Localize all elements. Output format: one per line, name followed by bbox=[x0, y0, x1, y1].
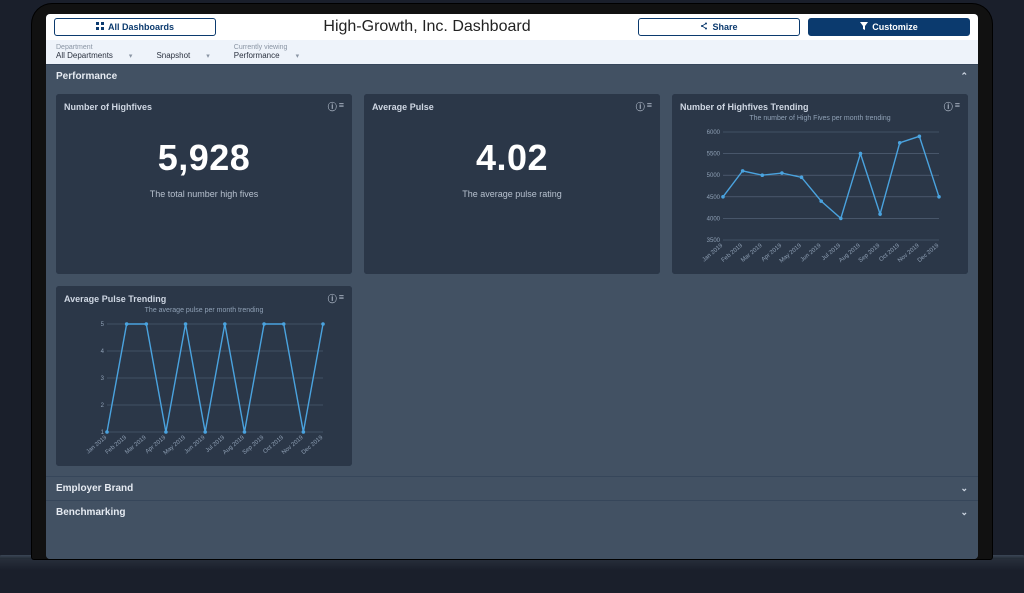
chart-subtitle: The number of High Fives per month trend… bbox=[680, 115, 960, 122]
card-avg-pulse-trending: Average Pulse Trending ⓘ ≡ The average p… bbox=[56, 286, 352, 466]
card-title: Average Pulse Trending bbox=[64, 294, 166, 304]
menu-icon[interactable]: ≡ bbox=[339, 292, 344, 305]
all-dashboards-button[interactable]: All Dashboards bbox=[54, 18, 216, 36]
chevron-down-icon: ⌄ bbox=[960, 507, 968, 518]
section-performance: Performance ⌃ Number of Highfives ⓘ ≡ bbox=[46, 64, 978, 476]
avg-pulse-trend-chart: 12345Jan 2019Feb 2019Mar 2019Apr 2019May… bbox=[79, 318, 329, 458]
svg-text:May 2019: May 2019 bbox=[163, 435, 188, 457]
highfives-value: 5,928 bbox=[64, 137, 344, 179]
content-area: Performance ⌃ Number of Highfives ⓘ ≡ bbox=[46, 64, 978, 559]
chevron-down-icon: ⌄ bbox=[960, 483, 968, 494]
chevron-down-icon: ▾ bbox=[129, 52, 133, 60]
info-icon[interactable]: ⓘ bbox=[328, 292, 337, 305]
filter-icon bbox=[860, 22, 868, 32]
section-performance-header[interactable]: Performance ⌃ bbox=[46, 64, 978, 88]
section-benchmarking: Benchmarking ⌄ bbox=[46, 500, 978, 524]
viewing-label: Currently viewing bbox=[234, 44, 299, 51]
info-icon[interactable]: ⓘ bbox=[328, 100, 337, 113]
section-performance-title: Performance bbox=[56, 71, 117, 82]
section-employer-brand-header[interactable]: Employer Brand ⌄ bbox=[46, 476, 978, 500]
grid-icon bbox=[96, 22, 104, 32]
top-bar: All Dashboards High-Growth, Inc. Dashboa… bbox=[46, 14, 978, 40]
chevron-down-icon: ▾ bbox=[296, 52, 300, 60]
all-dashboards-label: All Dashboards bbox=[108, 22, 174, 32]
svg-text:Jun 2019: Jun 2019 bbox=[184, 435, 207, 456]
share-label: Share bbox=[712, 22, 737, 32]
share-icon bbox=[700, 22, 708, 32]
avg-pulse-desc: The average pulse rating bbox=[372, 189, 652, 199]
svg-text:3: 3 bbox=[101, 376, 105, 382]
customize-button[interactable]: Customize bbox=[808, 18, 970, 36]
card-highfives-trending: Number of Highfives Trending ⓘ ≡ The num… bbox=[672, 94, 968, 274]
section-employer-brand-title: Employer Brand bbox=[56, 483, 133, 494]
svg-text:Mar 2019: Mar 2019 bbox=[740, 243, 764, 264]
section-benchmarking-header[interactable]: Benchmarking ⌄ bbox=[46, 500, 978, 524]
highfives-trend-chart: 350040004500500055006000Jan 2019Feb 2019… bbox=[695, 126, 945, 266]
chevron-down-icon: ▾ bbox=[206, 52, 210, 60]
page-title: High-Growth, Inc. Dashboard bbox=[224, 18, 630, 36]
chevron-up-icon: ⌃ bbox=[960, 71, 968, 82]
card-average-pulse: Average Pulse ⓘ ≡ 4.02 The average pulse… bbox=[364, 94, 660, 274]
card-title: Average Pulse bbox=[372, 102, 434, 112]
department-label: Department bbox=[56, 44, 132, 51]
viewing-filter[interactable]: Currently viewing Performance ▾ bbox=[234, 44, 299, 60]
snapshot-top-label bbox=[156, 44, 209, 51]
highfives-desc: The total number high fives bbox=[64, 189, 344, 199]
menu-icon[interactable]: ≡ bbox=[955, 100, 960, 113]
svg-text:Dec 2019: Dec 2019 bbox=[301, 435, 325, 457]
viewing-value: Performance bbox=[234, 51, 280, 60]
svg-text:Sep 2019: Sep 2019 bbox=[242, 435, 266, 457]
menu-icon[interactable]: ≡ bbox=[339, 100, 344, 113]
card-title: Number of Highfives bbox=[64, 102, 152, 112]
svg-text:3500: 3500 bbox=[707, 238, 721, 244]
svg-text:May 2019: May 2019 bbox=[779, 243, 804, 265]
svg-text:2: 2 bbox=[101, 403, 105, 409]
avg-pulse-value: 4.02 bbox=[372, 137, 652, 179]
department-filter[interactable]: Department All Departments ▾ bbox=[56, 44, 132, 60]
filter-bar: Department All Departments ▾ Snapshot ▾ … bbox=[46, 40, 978, 64]
svg-text:4000: 4000 bbox=[707, 216, 721, 222]
card-title: Number of Highfives Trending bbox=[680, 102, 809, 112]
svg-text:Dec 2019: Dec 2019 bbox=[917, 243, 941, 265]
chart-subtitle: The average pulse per month trending bbox=[64, 307, 344, 314]
menu-icon[interactable]: ≡ bbox=[647, 100, 652, 113]
svg-text:Mar 2019: Mar 2019 bbox=[124, 435, 148, 456]
svg-text:Sep 2019: Sep 2019 bbox=[858, 243, 882, 265]
customize-label: Customize bbox=[872, 22, 918, 32]
svg-text:Jun 2019: Jun 2019 bbox=[800, 243, 823, 264]
svg-text:4: 4 bbox=[101, 349, 105, 355]
section-employer-brand: Employer Brand ⌄ bbox=[46, 476, 978, 500]
snapshot-value: Snapshot bbox=[156, 51, 190, 60]
svg-text:5000: 5000 bbox=[707, 173, 721, 179]
svg-text:6000: 6000 bbox=[707, 130, 721, 136]
snapshot-filter[interactable]: Snapshot ▾ bbox=[156, 44, 209, 60]
department-value: All Departments bbox=[56, 51, 113, 60]
svg-text:5500: 5500 bbox=[707, 152, 721, 158]
share-button[interactable]: Share bbox=[638, 18, 800, 36]
info-icon[interactable]: ⓘ bbox=[944, 100, 953, 113]
svg-text:5: 5 bbox=[101, 322, 105, 328]
info-icon[interactable]: ⓘ bbox=[636, 100, 645, 113]
section-benchmarking-title: Benchmarking bbox=[56, 507, 125, 518]
card-number-of-highfives: Number of Highfives ⓘ ≡ 5,928 The total … bbox=[56, 94, 352, 274]
svg-text:4500: 4500 bbox=[707, 195, 721, 201]
